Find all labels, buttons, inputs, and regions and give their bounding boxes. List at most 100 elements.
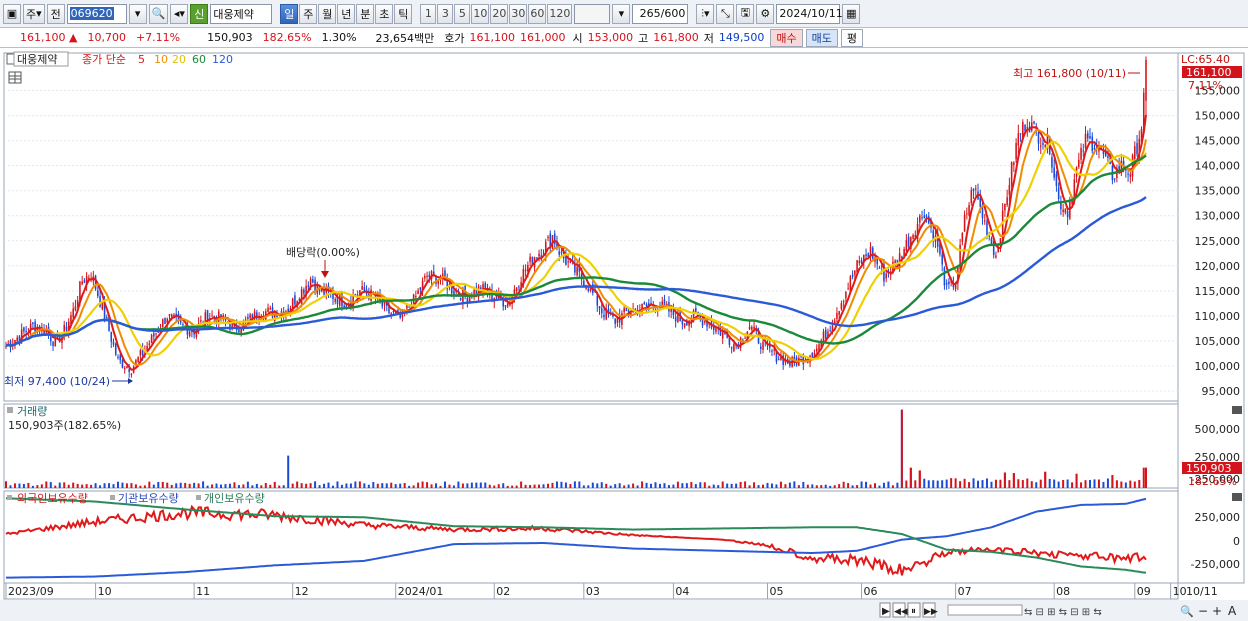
prefix-select[interactable]: 전 bbox=[46, 3, 65, 24]
candle-body-390 bbox=[878, 267, 881, 269]
low-note: 최저 97,400 (10/24) bbox=[4, 375, 110, 388]
candle-body-308 bbox=[695, 307, 697, 312]
holding-pane-close-icon[interactable] bbox=[1232, 493, 1242, 501]
candle-body-446 bbox=[1004, 203, 1006, 211]
code-dropdown-icon[interactable]: ▾ bbox=[128, 3, 147, 24]
tab-period-5[interactable]: 초 bbox=[375, 3, 394, 24]
speaker-icon[interactable]: ◂▾ bbox=[170, 3, 189, 24]
chart-area[interactable]: 155,000150,000145,000140,000135,000130,0… bbox=[0, 49, 1248, 621]
tab-interval-5[interactable]: 5 bbox=[454, 3, 471, 24]
candle-body-234 bbox=[529, 256, 531, 262]
type-select[interactable]: 주 ▾ bbox=[23, 3, 45, 24]
candle-body-453 bbox=[1019, 133, 1022, 135]
count-input[interactable]: 265/600 bbox=[632, 3, 689, 24]
candle-body-67 bbox=[155, 333, 157, 335]
candle-body-82 bbox=[188, 331, 191, 336]
zoom-search-icon[interactable]: 🔍 bbox=[1180, 604, 1194, 618]
tab-period-4[interactable]: 분 bbox=[356, 3, 375, 24]
volume-pane-close-icon[interactable] bbox=[1232, 406, 1242, 414]
gear-icon[interactable]: ⚙ bbox=[756, 3, 775, 24]
tab-interval-3[interactable]: 3 bbox=[437, 3, 454, 24]
calendar-icon[interactable]: ▦ bbox=[842, 3, 861, 24]
font-size-icon[interactable]: A bbox=[1228, 604, 1237, 618]
draw-tool-icon[interactable]: ⤡ bbox=[716, 3, 735, 24]
volume-bar-384 bbox=[865, 481, 868, 488]
sell-button[interactable]: 매도 bbox=[805, 28, 838, 47]
volume-bar-146 bbox=[331, 485, 334, 488]
low-value: 149,500 bbox=[718, 31, 765, 44]
x-label-12: 09 bbox=[1137, 585, 1151, 598]
candle-40 bbox=[94, 274, 97, 291]
chart-settings-icon[interactable]: ▣ bbox=[3, 3, 21, 24]
zoom-out-icon[interactable]: − bbox=[1198, 604, 1208, 618]
zoom-tools-icon[interactable]: ⇆ ⊟ ⊞ ⇆ ⊟ ⊞ ⇆ bbox=[1024, 607, 1102, 618]
candle-body-492 bbox=[1107, 156, 1109, 158]
volume-bar-28 bbox=[67, 484, 70, 488]
volume-bar-266 bbox=[600, 482, 603, 488]
stock-code-input[interactable]: 069620 bbox=[66, 3, 127, 24]
tab-period-0[interactable]: 일 bbox=[280, 3, 299, 24]
candle-body-59 bbox=[137, 357, 139, 362]
price-tick-6: 125,000 bbox=[1195, 235, 1241, 248]
tab-interval-30[interactable]: 30 bbox=[509, 3, 528, 24]
price-pane-stock-name: 대웅제약 bbox=[17, 52, 57, 66]
volume-bar-212 bbox=[479, 482, 482, 488]
volume-bar-284 bbox=[641, 481, 644, 488]
candle-body-449 bbox=[1010, 161, 1013, 185]
candle-type-icon[interactable]: ⫶▾ bbox=[696, 3, 715, 24]
candle-body-66 bbox=[153, 333, 155, 337]
tab-period-1[interactable]: 주 bbox=[299, 3, 318, 24]
candle-body-199 bbox=[450, 287, 453, 294]
candle-body-480 bbox=[1080, 147, 1082, 160]
tab-period-3[interactable]: 년 bbox=[337, 3, 356, 24]
tab-interval-20[interactable]: 20 bbox=[490, 3, 509, 24]
volume-bar-354 bbox=[797, 485, 800, 488]
volume-bar-320 bbox=[721, 481, 724, 488]
candle-body-371 bbox=[836, 313, 838, 319]
buy-button[interactable]: 매수 bbox=[770, 28, 803, 47]
tab-interval-60[interactable]: 60 bbox=[528, 3, 547, 24]
stock-code-value: 069620 bbox=[69, 7, 114, 20]
candle-body-188 bbox=[426, 275, 428, 277]
volume-bar-502 bbox=[1129, 480, 1132, 488]
candle-body-60 bbox=[139, 350, 142, 356]
stock-name-field[interactable]: 대웅제약 bbox=[210, 3, 273, 24]
tab-interval-1[interactable]: 1 bbox=[420, 3, 437, 24]
candle-body-285 bbox=[643, 302, 646, 305]
volume-bar-306 bbox=[690, 482, 693, 488]
candle-body-374 bbox=[842, 301, 845, 303]
volume-bar-46 bbox=[108, 483, 111, 488]
volume-bar-190 bbox=[430, 484, 433, 488]
candle-body-55 bbox=[128, 369, 130, 373]
candle-body-41 bbox=[97, 290, 99, 297]
volume-bar-496 bbox=[1115, 480, 1118, 488]
save-icon[interactable]: 🖫 bbox=[736, 3, 755, 24]
volume-bar-32 bbox=[76, 483, 79, 488]
eval-button[interactable]: 평 bbox=[840, 28, 864, 47]
volume-bar-480 bbox=[1080, 482, 1083, 488]
volume-bar-406 bbox=[914, 480, 917, 488]
volume-bar-140 bbox=[318, 485, 321, 488]
tab-interval-120[interactable]: 120 bbox=[547, 3, 573, 24]
volume-bar-442 bbox=[994, 479, 997, 488]
volume-bar-506 bbox=[1138, 479, 1141, 488]
search-icon[interactable]: 🔍 bbox=[148, 3, 169, 24]
tab-period-6[interactable]: 틱 bbox=[394, 3, 413, 24]
date-input[interactable]: 2024/10/11 bbox=[776, 3, 843, 24]
zoom-in-icon[interactable]: + bbox=[1212, 604, 1222, 618]
volume-bar-276 bbox=[623, 485, 626, 488]
tab-period-2[interactable]: 월 bbox=[318, 3, 337, 24]
candle-body-22 bbox=[54, 337, 57, 347]
interval-input[interactable] bbox=[574, 3, 611, 24]
volume-bar-154 bbox=[349, 483, 352, 488]
volume-bar-378 bbox=[851, 485, 854, 488]
x-label-10: 07 bbox=[958, 585, 972, 598]
price-tick-7: 120,000 bbox=[1195, 260, 1241, 273]
candle-body-179 bbox=[406, 305, 408, 309]
volume-bar-110 bbox=[251, 485, 254, 488]
scroll-thumb[interactable] bbox=[947, 604, 1023, 616]
volume-bar-360 bbox=[811, 484, 814, 488]
tab-interval-10[interactable]: 10 bbox=[471, 3, 490, 24]
volume-bar-416 bbox=[936, 480, 939, 488]
interval-dropdown-icon[interactable]: ▾ bbox=[612, 3, 631, 24]
